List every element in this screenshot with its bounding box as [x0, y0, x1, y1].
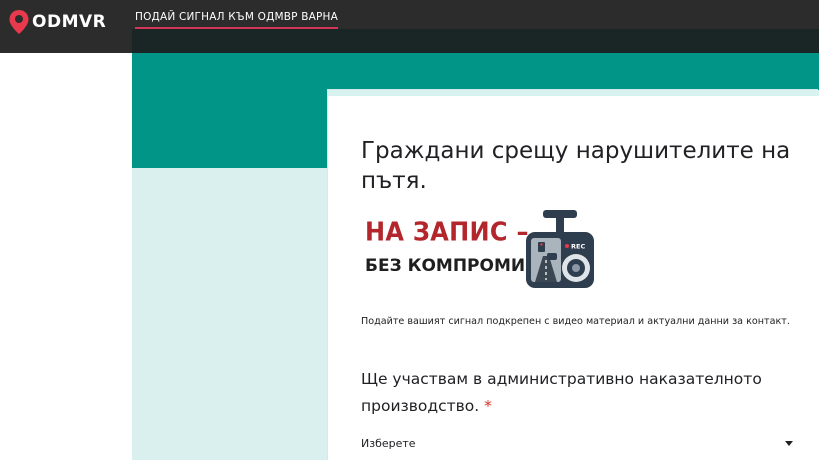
caret-down-icon[interactable]: [785, 441, 793, 446]
question-text: Ще участвам в административно наказателн…: [361, 370, 762, 415]
header-strip: [132, 29, 819, 53]
question-participation: Ще участвам в административно наказателн…: [361, 366, 781, 420]
form-card: Граждани срещу нарушителите на пътя. НА …: [328, 90, 819, 460]
banner-line1: НА ЗАПИС –: [365, 216, 529, 248]
card-top-accent: [328, 90, 819, 96]
nav-link-report[interactable]: ПОДАЙ СИГНАЛ КЪМ ОДМВР ВАРНА: [135, 11, 339, 29]
form-description: Подайте вашият сигнал подкрепен с видео …: [361, 316, 790, 327]
participation-select[interactable]: Изберете: [361, 433, 793, 455]
banner-line2: БЕЗ КОМПРОМИС: [365, 256, 538, 276]
required-asterisk: *: [484, 397, 492, 415]
map-pin-icon: [8, 9, 30, 35]
dashcam-icon: REC: [523, 208, 597, 296]
rec-label: REC: [571, 243, 585, 251]
form-title: Граждани срещу нарушителите на пътя.: [361, 138, 791, 194]
site-logo[interactable]: ODMVR: [8, 9, 106, 35]
form-banner-image: НА ЗАПИС – БЕЗ КОМПРОМИС REC: [365, 208, 597, 294]
logo-text: ODMVR: [32, 12, 107, 32]
select-value: Изберете: [361, 437, 416, 450]
